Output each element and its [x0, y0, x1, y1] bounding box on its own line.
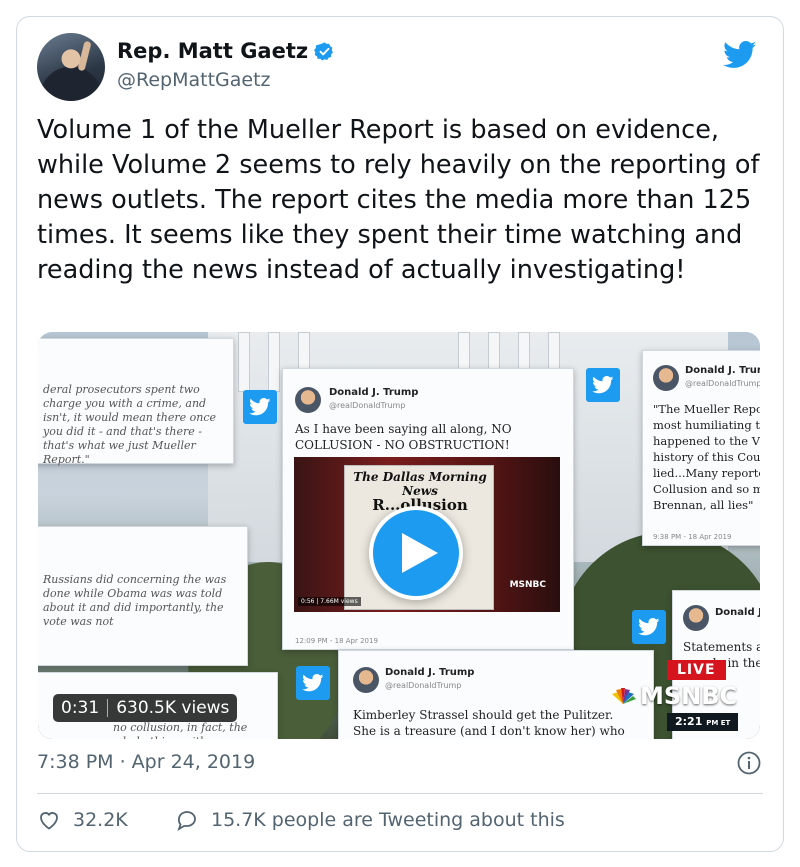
twitter-badge-icon	[632, 610, 666, 644]
reply-bubble-icon	[177, 811, 196, 832]
verified-badge-icon	[314, 41, 334, 61]
twitter-badge-icon	[296, 666, 330, 700]
peacock-icon	[612, 688, 636, 704]
overlay-tweet-text: Kimberley Strassel should get the Pulitz…	[353, 708, 625, 738]
overlay-tweet-panel-right-top: Donald J. Trump @realDonaldTrump "The Mu…	[642, 350, 760, 546]
overlay-author-name: Donald J. Trump	[685, 365, 760, 376]
overlay-panel-text: no collusion, in fact, the whole thing w…	[113, 721, 248, 739]
overlay-author-handle: @realDonaldTrump	[329, 401, 406, 410]
newspaper-network: MSNBC	[509, 580, 546, 590]
video-views: 630.5K views	[116, 698, 230, 718]
overlay-author-handle: @realDonaldTrump	[685, 379, 760, 388]
overlay-tweet-panel-bottom: Donald J. Trump @realDonaldTrump Kimberl…	[338, 650, 654, 739]
author-name-row: Rep. Matt Gaetz	[117, 39, 335, 63]
footer-divider	[37, 793, 763, 794]
overlay-tweet-text: As I have been saying all along, NO COLL…	[295, 422, 512, 452]
network-logo: MSNBC	[610, 682, 737, 710]
twitter-bird-icon[interactable]	[723, 41, 757, 69]
overlay-panel-text: deral prosecutors spent two charge you w…	[43, 383, 217, 466]
broadcast-clock-time: 2:21	[675, 715, 703, 728]
tweeting-about-action[interactable]: 15.7K people are Tweeting about this	[175, 808, 565, 832]
overlay-tweet-text: "The Mueller Repo most humiliating t hap…	[653, 402, 760, 512]
live-badge: LIVE	[667, 660, 726, 680]
tweet-timestamp[interactable]: 7:38 PM · Apr 24, 2019	[37, 751, 255, 773]
tweet-body-text: Volume 1 of the Mueller Report is based …	[37, 115, 760, 285]
newspaper-title: The Dallas Morning News	[353, 470, 487, 498]
overlay-tweet-panel-left-mid: Russians did concerning the was done whi…	[38, 526, 248, 666]
broadcast-clock-zone: PM ET	[706, 719, 731, 727]
play-icon	[402, 533, 438, 573]
overlay-author-handle: @realDonaldTrump	[385, 681, 462, 690]
overlay-author-name: Donald J. Tr	[715, 607, 760, 618]
overlay-panel-text: Russians did concerning the was done whi…	[43, 573, 227, 628]
overlay-author-name: Donald J. Trump	[329, 387, 419, 398]
overlay-author-name: Donald J. Trump	[385, 667, 475, 678]
tweeting-about-label: 15.7K people are Tweeting about this	[211, 809, 565, 831]
author-handle[interactable]: @RepMattGaetz	[117, 69, 271, 91]
play-button[interactable]	[369, 506, 463, 600]
like-count: 32.2K	[73, 809, 128, 831]
twitter-badge-icon	[243, 390, 277, 424]
tweet-card[interactable]: Rep. Matt Gaetz @RepMattGaetz Volume 1 o…	[16, 16, 784, 852]
overlay-tweet-panel-left-top: deral prosecutors spent two charge you w…	[38, 338, 234, 466]
info-icon[interactable]	[737, 751, 761, 775]
overlay-tweet-time: 9:38 PM - 18 Apr 2019	[653, 533, 732, 541]
like-action[interactable]: 32.2K	[37, 808, 128, 832]
author-avatar[interactable]	[37, 33, 105, 101]
network-name: MSNBC	[640, 682, 738, 710]
newspaper-views: 0:56 | 7.66M views	[298, 597, 361, 606]
broadcast-clock: 2:21 PM ET	[667, 713, 739, 731]
video-duration: 0:31	[61, 698, 100, 718]
heart-icon	[40, 812, 58, 830]
video-player[interactable]: deral prosecutors spent two charge you w…	[38, 332, 760, 739]
video-stats-pill: 0:31 630.5K views	[53, 694, 238, 722]
overlay-tweet-time: 12:09 PM - 18 Apr 2019	[295, 637, 378, 645]
author-display-name[interactable]: Rep. Matt Gaetz	[117, 39, 308, 63]
twitter-badge-icon	[586, 368, 620, 402]
